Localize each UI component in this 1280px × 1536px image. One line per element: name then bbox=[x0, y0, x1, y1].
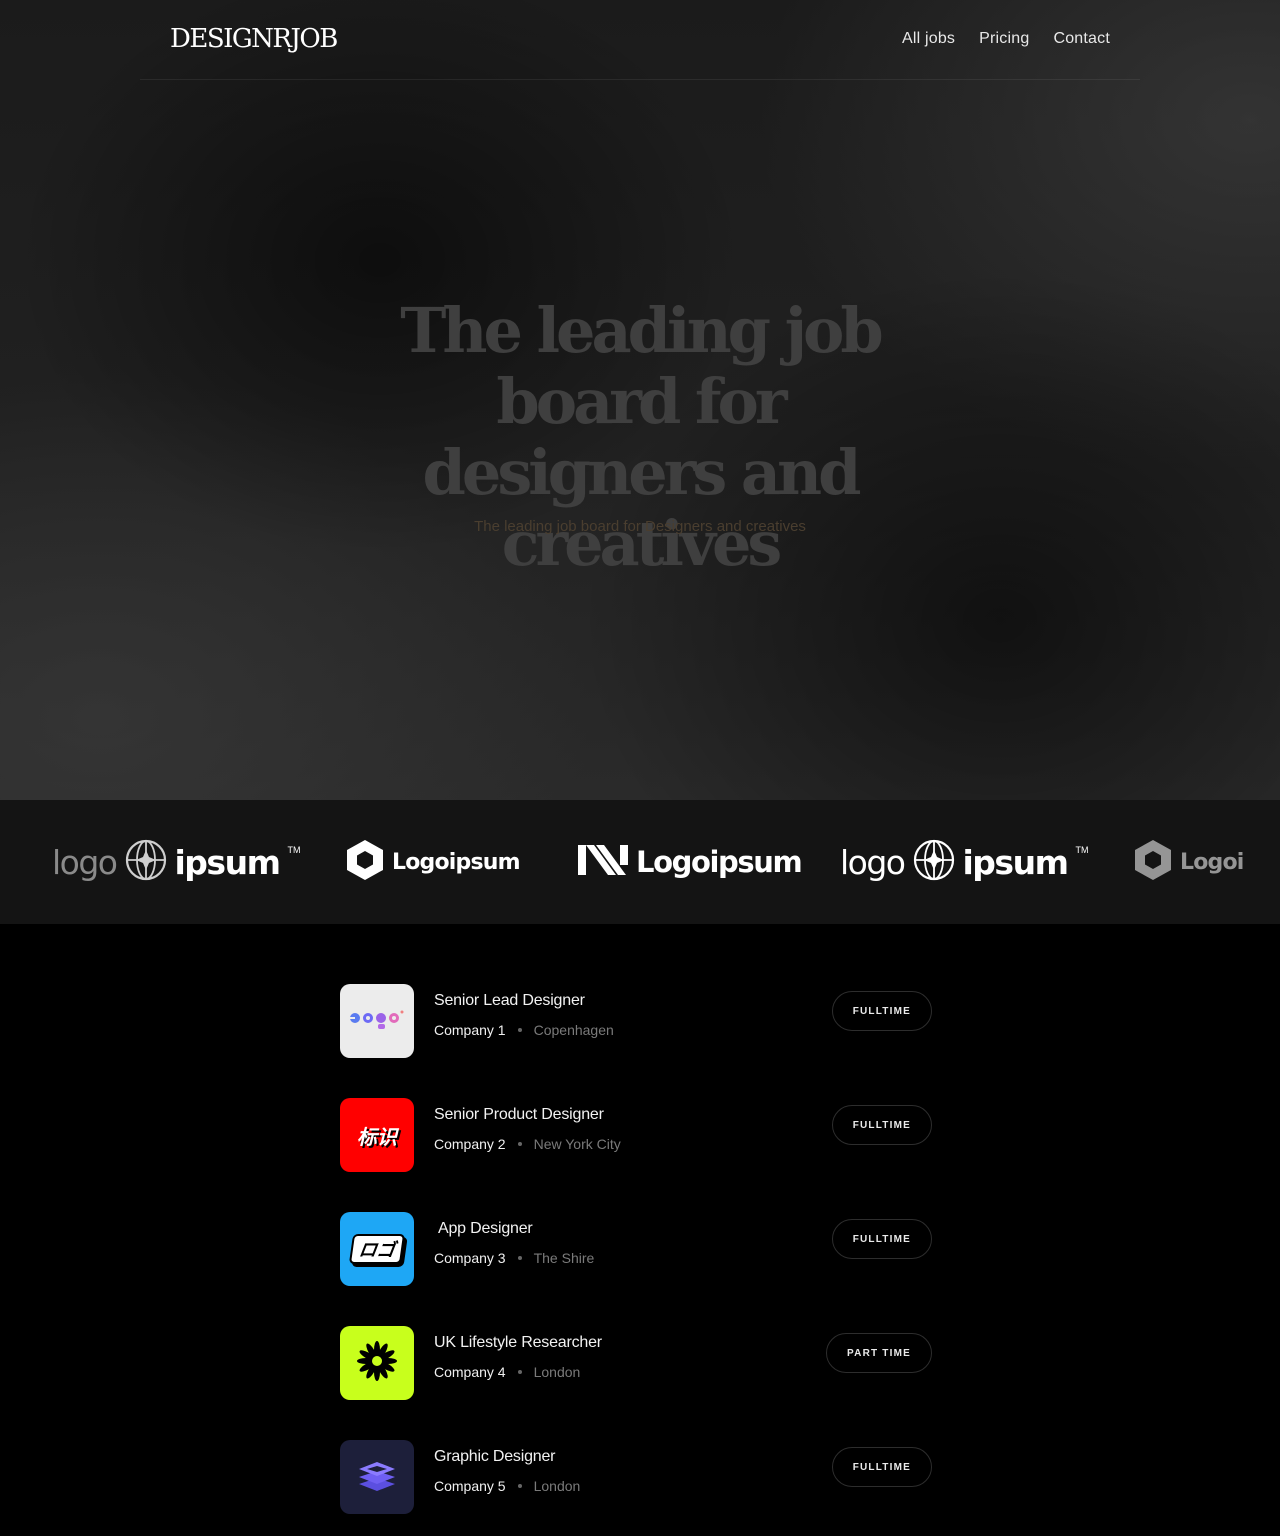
client-logo-5: Logoipsum bbox=[1134, 800, 1244, 924]
job-type-badge: FULLTIME bbox=[831, 1447, 932, 1487]
company-logo bbox=[340, 1440, 414, 1514]
nav-link-pricing[interactable]: Pricing bbox=[979, 30, 1029, 48]
job-location: London bbox=[533, 1364, 581, 1380]
stripes-n-icon bbox=[578, 844, 628, 880]
job-title[interactable]: Senior Lead Designer bbox=[434, 992, 585, 1010]
hexagon-icon bbox=[1134, 839, 1172, 886]
job-list: Senior Lead Designer Company 1 Copenhage… bbox=[340, 984, 940, 1536]
company-logo: ロゴ bbox=[340, 1212, 414, 1286]
job-meta: Company 5 London bbox=[434, 1478, 580, 1494]
job-listing[interactable]: 标识 Senior Product Designer Company 2 New… bbox=[340, 1098, 940, 1172]
job-location: The Shire bbox=[533, 1250, 595, 1266]
client-logo-3: Logoipsum bbox=[578, 800, 803, 924]
hero-title: The leading job board for designers and … bbox=[400, 294, 883, 580]
logo-word: Logoipsum bbox=[636, 845, 803, 879]
job-title[interactable]: Graphic Designer bbox=[434, 1448, 556, 1466]
job-listing[interactable]: ロゴ App Designer Company 3 The Shire FULL… bbox=[340, 1212, 940, 1286]
separator-dot bbox=[517, 1256, 522, 1260]
nav-link-contact[interactable]: Contact bbox=[1053, 30, 1110, 48]
job-type-badge: FULLTIME bbox=[831, 991, 932, 1031]
job-meta: Company 4 London bbox=[434, 1364, 580, 1380]
colorful-logo-wordmark-icon bbox=[347, 1004, 407, 1039]
hero-subtitle: The leading job board for Designers and … bbox=[474, 518, 806, 535]
job-title[interactable]: Senior Product Designer bbox=[434, 1106, 604, 1124]
company-name: Company 1 bbox=[434, 1022, 506, 1038]
company-name: Company 3 bbox=[434, 1250, 506, 1266]
company-logo bbox=[340, 984, 414, 1058]
job-listing[interactable]: Senior Lead Designer Company 1 Copenhage… bbox=[340, 984, 940, 1058]
job-meta: Company 3 The Shire bbox=[434, 1250, 594, 1266]
logo-word-left: logo bbox=[52, 842, 118, 882]
stacked-layers-icon bbox=[357, 1458, 397, 1497]
job-type-badge: PART TIME bbox=[826, 1333, 932, 1373]
logo-marquee: logo ipsum TM Logoipsum Logoipsum logo i… bbox=[36, 800, 1244, 924]
client-logo-strip: logo ipsum TM Logoipsum Logoipsum logo i… bbox=[0, 800, 1280, 924]
job-title[interactable]: App Designer bbox=[438, 1220, 533, 1238]
katakana-rogo-icon: ロゴ bbox=[348, 1234, 406, 1264]
logo-word: Logoipsum bbox=[1180, 849, 1244, 875]
job-type-badge: FULLTIME bbox=[831, 1219, 932, 1259]
client-logo-4: logo ipsum TM bbox=[840, 800, 1088, 924]
job-listing[interactable]: Graphic Designer Company 5 London FULLTI… bbox=[340, 1440, 940, 1514]
logo-word-left: logo bbox=[840, 842, 906, 882]
job-location: New York City bbox=[533, 1136, 621, 1152]
top-navbar: DESIGNRJOB All jobs Pricing Contact bbox=[140, 0, 1140, 80]
company-name: Company 5 bbox=[434, 1478, 506, 1494]
nav-link-all-jobs[interactable]: All jobs bbox=[902, 30, 955, 48]
kanji-biaoshi-icon: 标识 bbox=[357, 1124, 397, 1149]
job-listing[interactable]: UK Lifestyle Researcher Company 4 London… bbox=[340, 1326, 940, 1400]
logo-word-right: ipsum bbox=[962, 842, 1069, 882]
job-meta: Company 1 Copenhagen bbox=[434, 1022, 614, 1038]
job-title[interactable]: UK Lifestyle Researcher bbox=[434, 1334, 602, 1352]
company-logo: 标识 bbox=[340, 1098, 414, 1172]
logo-word-right: ipsum bbox=[174, 842, 281, 882]
globe-star-icon bbox=[913, 839, 955, 886]
hexagon-icon bbox=[346, 839, 384, 886]
separator-dot bbox=[517, 1028, 522, 1032]
separator-dot bbox=[517, 1484, 522, 1488]
nav-links: All jobs Pricing Contact bbox=[902, 30, 1110, 48]
separator-dot bbox=[517, 1142, 522, 1146]
job-location: Copenhagen bbox=[533, 1022, 614, 1038]
brand-logo[interactable]: DESIGNRJOB bbox=[170, 24, 338, 54]
job-meta: Company 2 New York City bbox=[434, 1136, 621, 1152]
hero-section: DESIGNRJOB All jobs Pricing Contact The … bbox=[0, 0, 1280, 800]
globe-star-icon bbox=[125, 839, 167, 886]
flower-burst-icon bbox=[354, 1338, 400, 1389]
client-logo-2: Logoipsum bbox=[346, 800, 521, 924]
job-location: London bbox=[533, 1478, 581, 1494]
client-logo-1: logo ipsum TM bbox=[52, 800, 300, 924]
separator-dot bbox=[517, 1370, 522, 1374]
company-logo bbox=[340, 1326, 414, 1400]
job-type-badge: FULLTIME bbox=[831, 1105, 932, 1145]
company-name: Company 2 bbox=[434, 1136, 506, 1152]
logo-word: Logoipsum bbox=[392, 849, 521, 875]
company-name: Company 4 bbox=[434, 1364, 506, 1380]
